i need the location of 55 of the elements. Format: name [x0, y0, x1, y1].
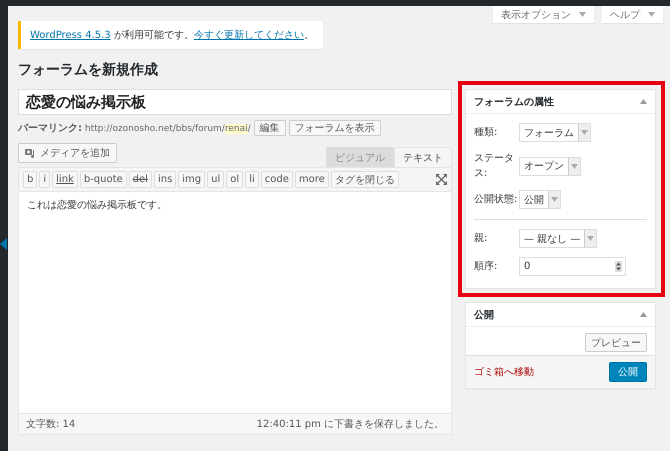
caret-icon — [571, 164, 578, 168]
fullscreen-icon[interactable] — [436, 174, 447, 185]
spinner-icon[interactable] — [615, 261, 622, 272]
quicktag-button[interactable]: b-quote — [80, 171, 127, 188]
editor-tab[interactable]: テキスト — [394, 147, 452, 167]
word-count: 文字数: 14 — [26, 418, 76, 431]
quicktag-button[interactable]: i — [39, 171, 50, 188]
quicktag-button[interactable]: b — [23, 171, 38, 188]
quicktag-button[interactable]: ul — [207, 171, 224, 188]
permalink-button[interactable]: 編集 — [254, 120, 286, 136]
notice-text: WordPress 4.5.3 が利用可能です。今すぐ更新してください。 — [30, 28, 314, 42]
quicktag-button[interactable]: code — [260, 171, 293, 188]
select-field[interactable]: — 親なし — — [519, 229, 598, 248]
quicktag-button[interactable]: ol — [226, 171, 244, 188]
quicktag-button[interactable]: ins — [154, 171, 176, 188]
permalink-button[interactable]: フォーラムを表示 — [288, 120, 381, 136]
header-tab[interactable]: ヘルプ — [602, 6, 663, 23]
arrow-icon[interactable] — [0, 238, 7, 250]
field-label: 公開状態: — [474, 192, 518, 207]
panel-title: 公開 — [474, 308, 494, 322]
quicktag-button[interactable]: del — [128, 171, 152, 188]
version-link[interactable]: WordPress 4.5.3 — [30, 30, 111, 41]
field-label: 親: — [474, 232, 488, 246]
select-field[interactable]: オープン — [519, 156, 581, 176]
collapse-icon — [640, 99, 647, 104]
publish-button[interactable]: 公開 — [609, 362, 647, 382]
quicktag-button[interactable]: img — [178, 171, 206, 188]
autosave-status: 12:40:11 pm に下書きを保存しました。 — [256, 418, 444, 431]
panel-title: フォーラムの属性 — [474, 96, 554, 108]
quicktag-button[interactable]: タグを閉じる — [330, 171, 399, 188]
permalink-text: パーマリンク: http://ozonosho.net/bbs/forum/renai/ — [18, 122, 251, 135]
quicktag-button[interactable]: more — [294, 171, 329, 188]
page-title: フォーラムを新規作成 — [18, 60, 159, 80]
caret-icon — [648, 12, 655, 17]
content-text[interactable]: これは恋愛の悩み掲示板です。 — [19, 192, 451, 413]
media-icon — [25, 148, 37, 158]
field-label: ステータス: — [474, 152, 515, 181]
field-label: 種類: — [474, 126, 498, 140]
add-media-button[interactable]: メディアを追加 — [18, 143, 117, 163]
preview-button[interactable]: プレビュー — [585, 333, 647, 352]
header-tab[interactable]: 表示オプション — [493, 6, 594, 23]
caret-icon — [579, 12, 586, 17]
update-link[interactable]: 今すぐ更新してください — [194, 30, 304, 41]
number-field[interactable]: 0 — [519, 257, 626, 276]
trash-link[interactable]: ゴミ箱へ移動 — [474, 365, 534, 379]
title-field[interactable]: 恋愛の悩み掲示板 — [18, 89, 452, 115]
quicktag-button[interactable]: li — [245, 171, 259, 188]
select-field[interactable]: フォーラム — [519, 123, 591, 142]
caret-icon — [551, 197, 558, 202]
select-field[interactable]: 公開 — [519, 190, 561, 209]
collapse-icon — [640, 312, 647, 317]
field-label: 順序: — [474, 260, 498, 274]
caret-icon — [581, 130, 588, 135]
quicktag-button[interactable]: link — [52, 171, 78, 188]
caret-icon — [587, 236, 594, 241]
